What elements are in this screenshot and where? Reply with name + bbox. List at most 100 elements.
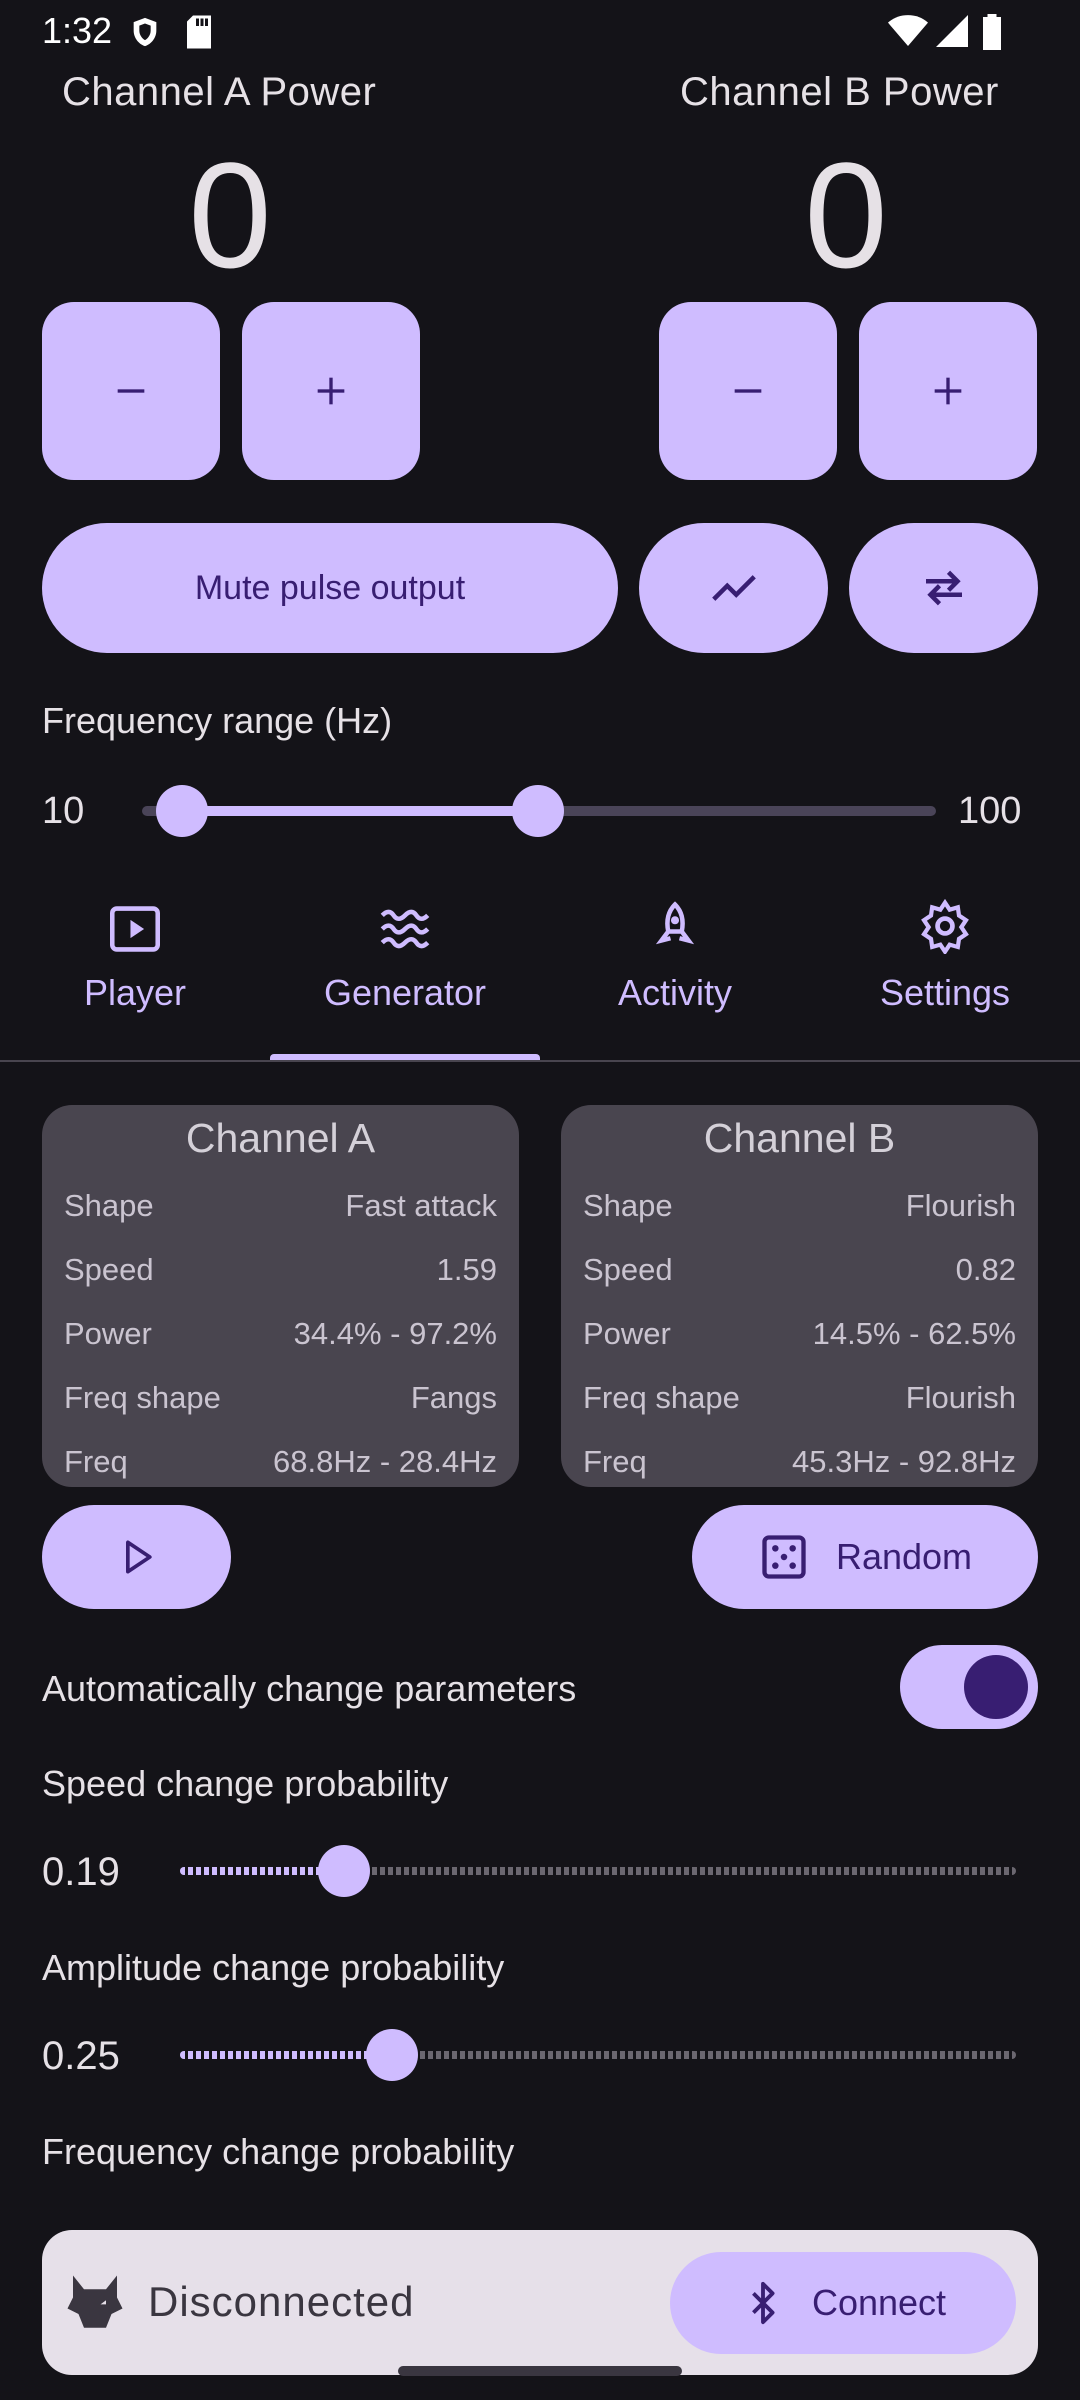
rocket-icon (655, 901, 695, 945)
row-value: Flourish (905, 1188, 1016, 1223)
play-button[interactable] (42, 1505, 231, 1609)
trending-up-icon (711, 575, 756, 601)
frequency-range-max-thumb[interactable] (512, 785, 564, 837)
frequency-range-label: Frequency range (Hz) (42, 700, 393, 741)
channel-b-decrease-button[interactable] (659, 302, 837, 480)
graph-button[interactable] (639, 523, 828, 653)
tab-label: Activity (617, 972, 732, 1013)
channel-b-card-title: Channel B (703, 1115, 896, 1161)
frequency-range-active-track (182, 806, 538, 816)
card-row: Power 14.5% - 62.5% (583, 1302, 1016, 1366)
row-value: Fangs (410, 1380, 497, 1415)
channel-a-decrease-button[interactable] (42, 302, 220, 480)
tab-label: Generator (323, 972, 487, 1013)
connect-label: Connect (811, 2282, 947, 2323)
channel-b-increase-button[interactable] (859, 302, 1037, 480)
battery-icon (983, 14, 1001, 50)
row-key: Speed (64, 1252, 154, 1287)
card-row: Freq 45.3Hz - 92.8Hz (583, 1430, 1016, 1494)
tab-activity[interactable]: Activity (540, 890, 810, 1050)
plus-icon (317, 377, 345, 405)
status-time: 1:32 (42, 10, 113, 51)
row-key: Shape (64, 1188, 154, 1223)
card-row: Shape Fast attack (64, 1174, 497, 1238)
tab-divider (0, 1060, 1080, 1062)
row-key: Freq shape (64, 1380, 221, 1415)
card-row: Speed 1.59 (64, 1238, 497, 1302)
row-value: 68.8Hz - 28.4Hz (273, 1444, 497, 1479)
sd-card-icon (187, 15, 211, 49)
random-button[interactable]: Random (692, 1505, 1038, 1609)
speed-prob-thumb[interactable] (318, 1845, 370, 1897)
row-key: Shape (583, 1188, 673, 1223)
card-row: Freq 68.8Hz - 28.4Hz (64, 1430, 497, 1494)
row-value: 34.4% - 97.2% (293, 1316, 497, 1351)
card-row: Speed 0.82 (583, 1238, 1016, 1302)
row-value: 45.3Hz - 92.8Hz (792, 1444, 1016, 1479)
play-box-icon (110, 906, 160, 952)
plus-icon (934, 377, 962, 405)
tab-generator[interactable]: Generator (270, 890, 540, 1050)
card-row: Freq shape Fangs (64, 1366, 497, 1430)
amp-prob-label: Amplitude change probability (42, 1947, 505, 1988)
bluetooth-icon (752, 2281, 775, 2325)
amp-prob-value: 0.25 (42, 2034, 120, 2078)
channel-b-power-value: 0 (804, 131, 888, 299)
row-value: 14.5% - 62.5% (812, 1316, 1016, 1351)
channel-a-card: Channel A Shape Fast attack Speed 1.59 Pow… (42, 1105, 519, 1487)
auto-change-toggle[interactable] (900, 1645, 1038, 1729)
row-value: Fast attack (345, 1188, 497, 1223)
amp-prob-active-track (180, 2051, 392, 2059)
gear-icon (921, 898, 969, 954)
card-row: Freq shape Flourish (583, 1366, 1016, 1430)
channel-a-increase-button[interactable] (242, 302, 420, 480)
row-key: Freq (64, 1444, 128, 1479)
swap-channels-button[interactable] (849, 523, 1038, 653)
row-key: Freq shape (583, 1380, 740, 1415)
minus-icon (117, 389, 145, 393)
card-row: Shape Flourish (583, 1174, 1016, 1238)
minus-icon (734, 389, 762, 393)
row-key: Power (583, 1316, 671, 1351)
row-key: Power (64, 1316, 152, 1351)
wifi-icon (888, 15, 928, 46)
card-row: Power 34.4% - 97.2% (64, 1302, 497, 1366)
toggle-knob (964, 1655, 1028, 1719)
row-key: Freq (583, 1444, 647, 1479)
tab-label: Settings (879, 972, 1011, 1013)
mute-pulse-output-label: Mute pulse output (194, 568, 466, 607)
wolf-logo-icon (67, 2275, 123, 2328)
random-label: Random (835, 1536, 973, 1577)
connect-button[interactable]: Connect (670, 2252, 1016, 2354)
shield-icon (133, 17, 157, 47)
frequency-range-max: 100 (958, 790, 1022, 832)
freq-prob-label: Frequency change probability (42, 2131, 515, 2172)
mute-pulse-output-button[interactable]: Mute pulse output (42, 523, 618, 653)
dice-icon (762, 1535, 806, 1579)
tab-label: Player (83, 972, 187, 1013)
channel-b-card: Channel B Shape Flourish Speed 0.82 Power 1… (561, 1105, 1038, 1487)
auto-change-label: Automatically change parameters (42, 1668, 577, 1709)
waves-icon (380, 909, 430, 949)
frequency-range-min: 10 (42, 790, 85, 832)
row-value: 1.59 (436, 1252, 497, 1287)
row-value: Flourish (905, 1380, 1016, 1415)
play-icon (125, 1540, 152, 1574)
amp-prob-thumb[interactable] (366, 2029, 418, 2081)
connection-status: Disconnected (148, 2278, 415, 2325)
row-key: Speed (583, 1252, 673, 1287)
frequency-range-min-thumb[interactable] (156, 785, 208, 837)
connection-bar: Disconnected Connect (42, 2230, 1038, 2375)
gesture-nav-handle[interactable] (398, 2366, 682, 2376)
speed-prob-value: 0.19 (42, 1850, 120, 1894)
channel-a-power-value: 0 (188, 131, 272, 299)
tab-player[interactable]: Player (0, 890, 270, 1050)
row-value: 0.82 (955, 1252, 1016, 1287)
channel-a-power-title: Channel A Power (62, 70, 377, 114)
tab-settings[interactable]: Settings (810, 890, 1080, 1050)
speed-prob-label: Speed change probability (42, 1763, 449, 1804)
swap-arrows-icon (925, 570, 962, 606)
channel-a-card-title: Channel A (185, 1115, 376, 1161)
signal-icon (936, 15, 968, 47)
channel-b-power-title: Channel B Power (680, 70, 999, 114)
